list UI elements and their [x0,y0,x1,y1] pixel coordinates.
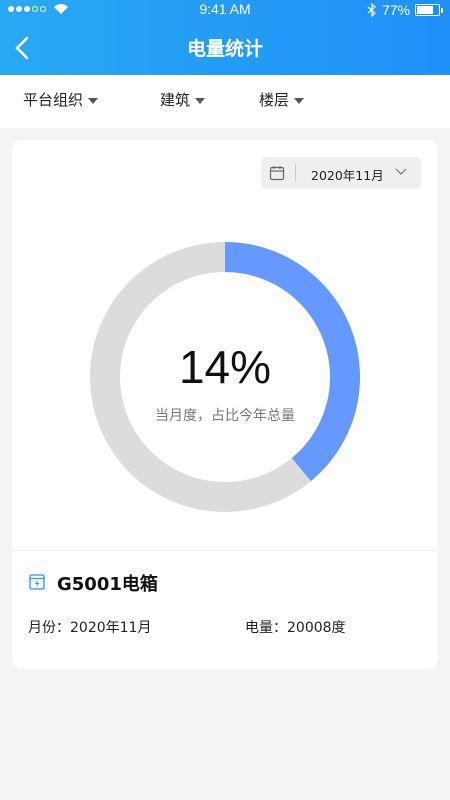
picker-value: 2020年11月 [311,168,384,183]
usage-caption: 当月度，占比今年总量 [155,408,295,424]
divider [12,550,438,551]
month-picker[interactable]: 2020年11月 [261,157,421,189]
filter-label: 楼层 [259,91,290,109]
chevron-down-icon [395,168,407,175]
filter-floor[interactable]: 楼层 [259,89,305,110]
caret-down-icon [294,97,305,104]
power-value: 20008度 [287,620,346,636]
battery-icon [415,4,443,16]
month-info: 月份：2020年11月 [28,617,151,637]
power-info: 电量：20008度 [245,617,346,637]
nav-bar: 电量统计 [0,20,450,75]
month-value: 2020年11月 [70,620,152,636]
app-header: 9:41 AM 77% 电量统计 [0,0,450,75]
month-label: 月份： [28,620,70,636]
status-right: 77% [367,2,443,18]
electric-box-icon [29,574,45,590]
status-bar: 9:41 AM 77% [0,0,450,20]
usage-percent: 14% [178,341,272,393]
page-title: 电量统计 [186,38,263,60]
stats-card: 2020年11月 14% 当月度，占比今年总量 G5001电箱 月份：2020年… [12,140,438,669]
caret-down-icon [195,97,206,104]
device-name: G5001电箱 [57,574,158,595]
filter-label: 建筑 [160,91,191,109]
calendar-icon [269,166,285,181]
filter-bar: 平台组织 建筑 楼层 [0,75,450,128]
filter-building[interactable]: 建筑 [160,89,206,110]
picker-divider [295,164,296,182]
battery-level [417,6,434,14]
filter-organization[interactable]: 平台组织 [23,89,99,110]
battery-percent: 77% [381,2,410,18]
bluetooth-icon [367,3,376,17]
caret-down-icon [88,97,99,104]
power-label: 电量： [245,620,287,636]
filter-label: 平台组织 [23,91,84,109]
